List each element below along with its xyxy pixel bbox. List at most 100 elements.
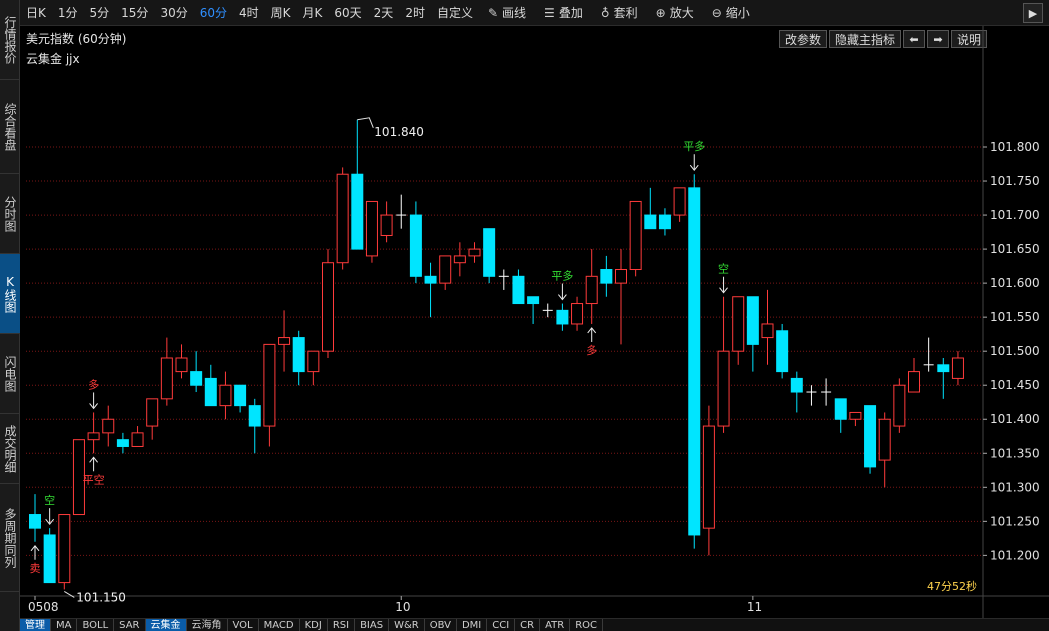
- indicator-tab-8[interactable]: KDJ: [300, 619, 328, 631]
- period-12[interactable]: 自定义: [431, 0, 479, 26]
- candle-body: [864, 405, 877, 468]
- sidebar-tab-6[interactable]: 多周期同列: [0, 484, 20, 592]
- period-11[interactable]: 2时: [399, 0, 431, 26]
- sidebar-tab-0[interactable]: 行情报价: [0, 0, 20, 80]
- scroll-right-button[interactable]: ▶: [1023, 3, 1043, 23]
- candle-body: [527, 296, 540, 305]
- indicator-tab-16[interactable]: ATR: [540, 619, 571, 631]
- period-10[interactable]: 2天: [368, 0, 400, 26]
- signal-label: 平多: [683, 139, 705, 153]
- candle-body: [424, 275, 437, 284]
- period-5[interactable]: 60分: [194, 0, 233, 26]
- indicator-tab-9[interactable]: RSI: [328, 619, 356, 631]
- indicator-tab-7[interactable]: MACD: [259, 619, 300, 631]
- candle-body: [307, 350, 320, 373]
- x-tick-label: 0508: [28, 600, 59, 614]
- indicator-tab-5[interactable]: 云海角: [187, 619, 228, 631]
- sidebar-tab-5[interactable]: 成交明细: [0, 414, 20, 484]
- tool-button-1[interactable]: ☰ 叠加: [535, 0, 592, 26]
- indicator-tab-6[interactable]: VOL: [228, 619, 259, 631]
- candle-body: [43, 534, 56, 584]
- candle-body: [409, 214, 422, 277]
- y-tick-label: 101.550: [990, 310, 1040, 324]
- candle-body: [893, 384, 906, 427]
- y-tick-label: 101.250: [990, 514, 1040, 528]
- candle-body: [365, 200, 378, 257]
- indicator-tab-10[interactable]: BIAS: [355, 619, 390, 631]
- tool-button-4[interactable]: ⊖ 缩小: [703, 0, 759, 26]
- candle-body: [263, 343, 276, 427]
- tool-button-0[interactable]: ✎ 画线: [479, 0, 535, 26]
- indicator-tab-3[interactable]: SAR: [114, 619, 146, 631]
- candle-body: [644, 214, 657, 230]
- indicator-tab-14[interactable]: CCI: [487, 619, 516, 631]
- candle-body: [219, 384, 232, 407]
- candle-body: [834, 398, 847, 420]
- indicator-tab-1[interactable]: MA: [51, 619, 78, 631]
- tool-label: 画线: [502, 6, 527, 20]
- low-price-label: 101.150: [76, 590, 126, 604]
- candle-body: [190, 371, 203, 386]
- indicator-tab-12[interactable]: OBV: [425, 619, 457, 631]
- sidebar-tab-3[interactable]: K线图: [0, 254, 20, 334]
- x-tick-label: 10: [395, 600, 410, 614]
- indicator-tab-2[interactable]: BOLL: [77, 619, 115, 631]
- period-0[interactable]: 日K: [20, 0, 52, 26]
- candle-body: [512, 275, 525, 305]
- tool-button-3[interactable]: ⊕ 放大: [647, 0, 703, 26]
- candle-body: [776, 330, 789, 373]
- candle-body: [746, 296, 759, 345]
- candle-body: [248, 405, 261, 427]
- sidebar-tab-2[interactable]: 分时图: [0, 174, 20, 254]
- candle-body: [658, 214, 671, 230]
- indicator-tab-13[interactable]: DMI: [457, 619, 488, 631]
- y-tick-label: 101.200: [990, 548, 1040, 562]
- period-6[interactable]: 4时: [233, 0, 265, 26]
- candle-body: [849, 411, 862, 420]
- stack-icon: ☰: [544, 5, 555, 20]
- period-3[interactable]: 15分: [115, 0, 154, 26]
- candle-body: [878, 418, 891, 461]
- candle-body: [439, 255, 452, 284]
- moneybag-icon: ♁: [600, 5, 610, 20]
- signal-label: 空: [718, 262, 729, 276]
- y-tick-label: 101.450: [990, 378, 1040, 392]
- period-4[interactable]: 30分: [154, 0, 193, 26]
- candle-body: [761, 323, 774, 339]
- candle-body: [102, 418, 115, 434]
- candle-body: [600, 269, 613, 284]
- period-8[interactable]: 月K: [297, 0, 329, 26]
- tool-label: 缩小: [725, 6, 750, 20]
- candle-body: [717, 350, 730, 427]
- sidebar-tab-4[interactable]: 闪电图: [0, 334, 20, 414]
- period-1[interactable]: 1分: [52, 0, 84, 26]
- tool-button-2[interactable]: ♁ 套利: [592, 0, 647, 26]
- candle-body: [58, 514, 71, 584]
- zoom-in-icon: ⊕: [655, 5, 666, 20]
- indicator-tab-0[interactable]: 管理: [20, 619, 51, 631]
- period-2[interactable]: 5分: [84, 0, 116, 26]
- candle-body: [937, 364, 950, 373]
- candle-body: [688, 187, 701, 536]
- indicator-tab-4[interactable]: 云集金: [145, 619, 187, 631]
- candle-body: [629, 200, 642, 271]
- period-7[interactable]: 周K: [265, 0, 297, 26]
- candle-body: [483, 228, 496, 277]
- indicator-tab-17[interactable]: ROC: [570, 619, 604, 631]
- tool-label: 套利: [613, 6, 638, 20]
- indicator-tab-strip: 管理 MA BOLL SAR 云集金 云海角 VOL MACD KDJ RSI BIAS W&R OBV…: [20, 618, 1049, 631]
- kline-chart[interactable]: 101.800 101.750 101.700 101.650 101.600 101.5…: [20, 26, 1049, 618]
- candle-body: [732, 296, 745, 352]
- candle-body: [380, 214, 393, 236]
- signal-label: 平多: [551, 269, 573, 283]
- candle-body: [336, 173, 349, 264]
- signal-label: 空: [44, 493, 55, 507]
- view-sidebar: 行情报价 综合看盘 分时图 K线图 闪电图 成交明细 多周期同列: [0, 0, 20, 631]
- indicator-tab-11[interactable]: W&R: [389, 619, 425, 631]
- period-selector: 日K 1分 5分 15分 30分 60分 4时 周K 月K 60天 2天 2时 自定义: [20, 0, 479, 26]
- indicator-tab-15[interactable]: CR: [515, 619, 541, 631]
- sidebar-tab-1[interactable]: 综合看盘: [0, 80, 20, 174]
- signal-label: 平空: [83, 472, 105, 486]
- candle-body: [87, 432, 100, 441]
- period-9[interactable]: 60天: [328, 0, 367, 26]
